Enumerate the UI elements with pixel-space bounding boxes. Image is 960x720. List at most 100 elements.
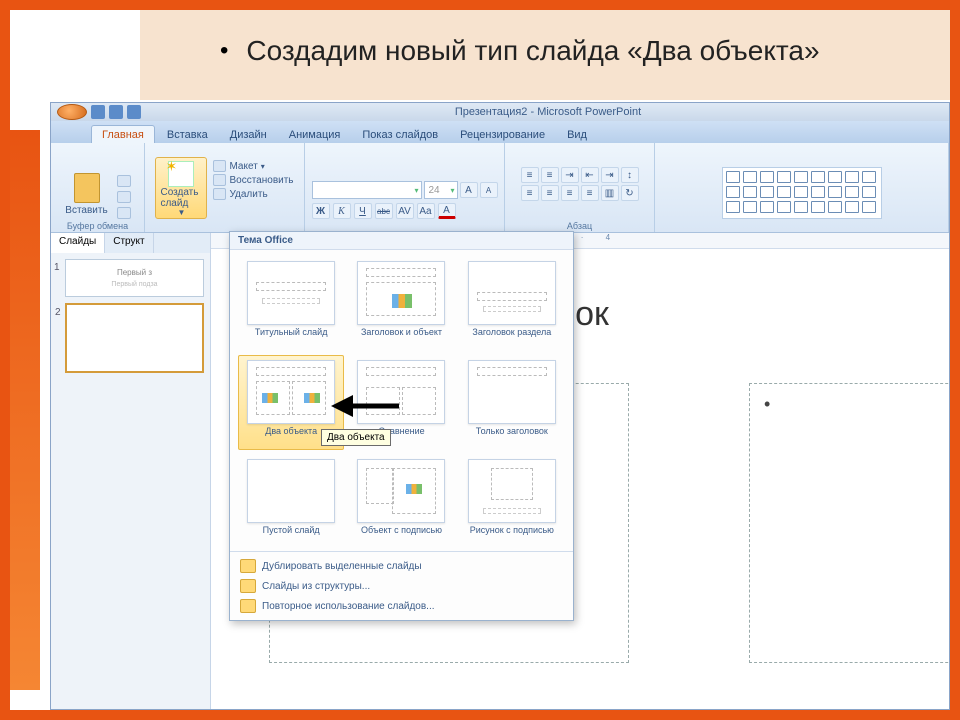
paste-label: Вставить [65,205,107,216]
shape-more2-icon[interactable] [743,186,757,198]
qat-save-icon[interactable] [91,105,105,119]
new-slide-icon [168,161,194,187]
align-right-button[interactable]: ≡ [561,185,579,201]
shape-more4-icon[interactable] [777,186,791,198]
text-direction-button[interactable]: ↻ [621,185,639,201]
shape-more5-icon[interactable] [794,186,808,198]
shape-more8-icon[interactable] [845,186,859,198]
slides-from-outline-option[interactable]: Слайды из структуры... [236,576,567,596]
shape-rect-icon[interactable] [760,171,774,183]
delete-button[interactable]: Удалить [213,188,293,200]
layout-section-header[interactable]: Заголовок раздела [459,256,565,351]
reset-button[interactable]: Восстановить [213,174,293,186]
shape-line-icon[interactable] [726,171,740,183]
italic-button[interactable]: К [333,203,351,219]
shape-more10-icon[interactable] [726,201,740,213]
thumbnails-tab-slides[interactable]: Слайды [51,233,105,253]
layout-button[interactable]: Макет▾ [213,160,293,172]
indent-inc-button[interactable]: ⇥ [601,167,619,183]
new-slide-button[interactable]: Создать слайд ▼ [155,157,207,219]
strike-button[interactable]: abc [375,203,393,219]
shape-more15-icon[interactable] [811,201,825,213]
shapes-gallery[interactable] [722,167,882,219]
content-placeholder-right[interactable]: • [749,383,949,663]
tab-animation[interactable]: Анимация [279,126,351,143]
annotation-arrow [331,391,401,426]
slide-thumbnail-2[interactable]: 2 [65,303,204,373]
bold-button[interactable]: Ж [312,203,330,219]
qat-redo-icon[interactable] [127,105,141,119]
shape-more12-icon[interactable] [760,201,774,213]
layout-picture-caption[interactable]: Рисунок с подписью [459,454,565,549]
window-title: Презентация2 - Microsoft PowerPoint [147,106,949,118]
format-painter-icon[interactable] [117,207,131,219]
tab-insert[interactable]: Вставка [157,126,218,143]
shape-more17-icon[interactable] [845,201,859,213]
group-clipboard: Вставить Буфер обмена [51,143,145,232]
shape-more6-icon[interactable] [811,186,825,198]
indent-dec-button[interactable]: ⇤ [581,167,599,183]
ribbon-tabs: Главная Вставка Дизайн Анимация Показ сл… [51,121,949,143]
grow-font-button[interactable]: A [460,182,478,198]
shape-more7-icon[interactable] [828,186,842,198]
shrink-font-button[interactable]: A [480,182,498,198]
layout-object-caption[interactable]: Объект с подписью [348,454,454,549]
columns-button[interactable]: ▥ [601,185,619,201]
font-color-button[interactable]: A [438,203,456,219]
char-spacing-button[interactable]: AV [396,203,414,219]
paste-button[interactable]: Вставить [65,173,109,216]
shape-arrow-icon[interactable] [743,171,757,183]
underline-button[interactable]: Ч [354,203,372,219]
shape-text-icon[interactable] [828,171,842,183]
layout-title-slide[interactable]: Титульный слайд [238,256,344,351]
font-group-label [403,221,406,231]
copy-icon[interactable] [117,191,131,203]
tab-review[interactable]: Рецензирование [450,126,555,143]
title-bar: Презентация2 - Microsoft PowerPoint [51,103,949,121]
font-name-combo[interactable] [312,181,422,199]
tab-home[interactable]: Главная [91,125,155,143]
font-size-combo[interactable]: 24 [424,181,458,199]
change-case-button[interactable]: Aa [417,203,435,219]
shape-more13-icon[interactable] [777,201,791,213]
bullets-button[interactable]: ≡ [521,167,539,183]
layout-blank[interactable]: Пустой слайд [238,454,344,549]
office-button[interactable] [57,104,87,120]
shape-more16-icon[interactable] [828,201,842,213]
qat-undo-icon[interactable] [109,105,123,119]
tab-design[interactable]: Дизайн [220,126,277,143]
shape-more1-icon[interactable] [726,186,740,198]
tab-slideshow[interactable]: Показ слайдов [352,126,448,143]
tab-view[interactable]: Вид [557,126,597,143]
duplicate-slides-option[interactable]: Дублировать выделенные слайды [236,556,567,576]
numbering-button[interactable]: ≡ [541,167,559,183]
list-level-button[interactable]: ⇥ [561,167,579,183]
reset-label: Восстановить [229,175,293,186]
shape-connector-icon[interactable] [845,171,859,183]
placeholder-text-right: • [750,384,949,425]
justify-button[interactable]: ≡ [581,185,599,201]
group-shapes [655,143,949,232]
layout-title-only[interactable]: Только заголовок [459,355,565,450]
shape-more18-icon[interactable] [862,201,876,213]
shape-oval-icon[interactable] [777,171,791,183]
shape-brace-icon[interactable] [862,171,876,183]
shape-freeform-icon[interactable] [811,171,825,183]
line-spacing-button[interactable]: ↕ [621,167,639,183]
shapes-group-label [800,221,803,231]
reuse-slides-option[interactable]: Повторное использование слайдов... [236,596,567,616]
align-center-button[interactable]: ≡ [541,185,559,201]
align-left-button[interactable]: ≡ [521,185,539,201]
slide-thumbnail-1[interactable]: 1 Первый з Первый подза [65,259,204,297]
decorative-sidebar-stripe [10,130,40,690]
cut-icon[interactable] [117,175,131,187]
layout-label: Заголовок раздела [472,328,551,348]
layout-title-content[interactable]: Заголовок и объект [348,256,454,351]
thumbnails-tab-outline[interactable]: Структ [105,233,153,253]
shape-more3-icon[interactable] [760,186,774,198]
shape-more9-icon[interactable] [862,186,876,198]
shape-more11-icon[interactable] [743,201,757,213]
shape-more14-icon[interactable] [794,201,808,213]
instruction-banner: Создадим новый тип слайда «Два объекта» [140,10,950,100]
shape-curve-icon[interactable] [794,171,808,183]
